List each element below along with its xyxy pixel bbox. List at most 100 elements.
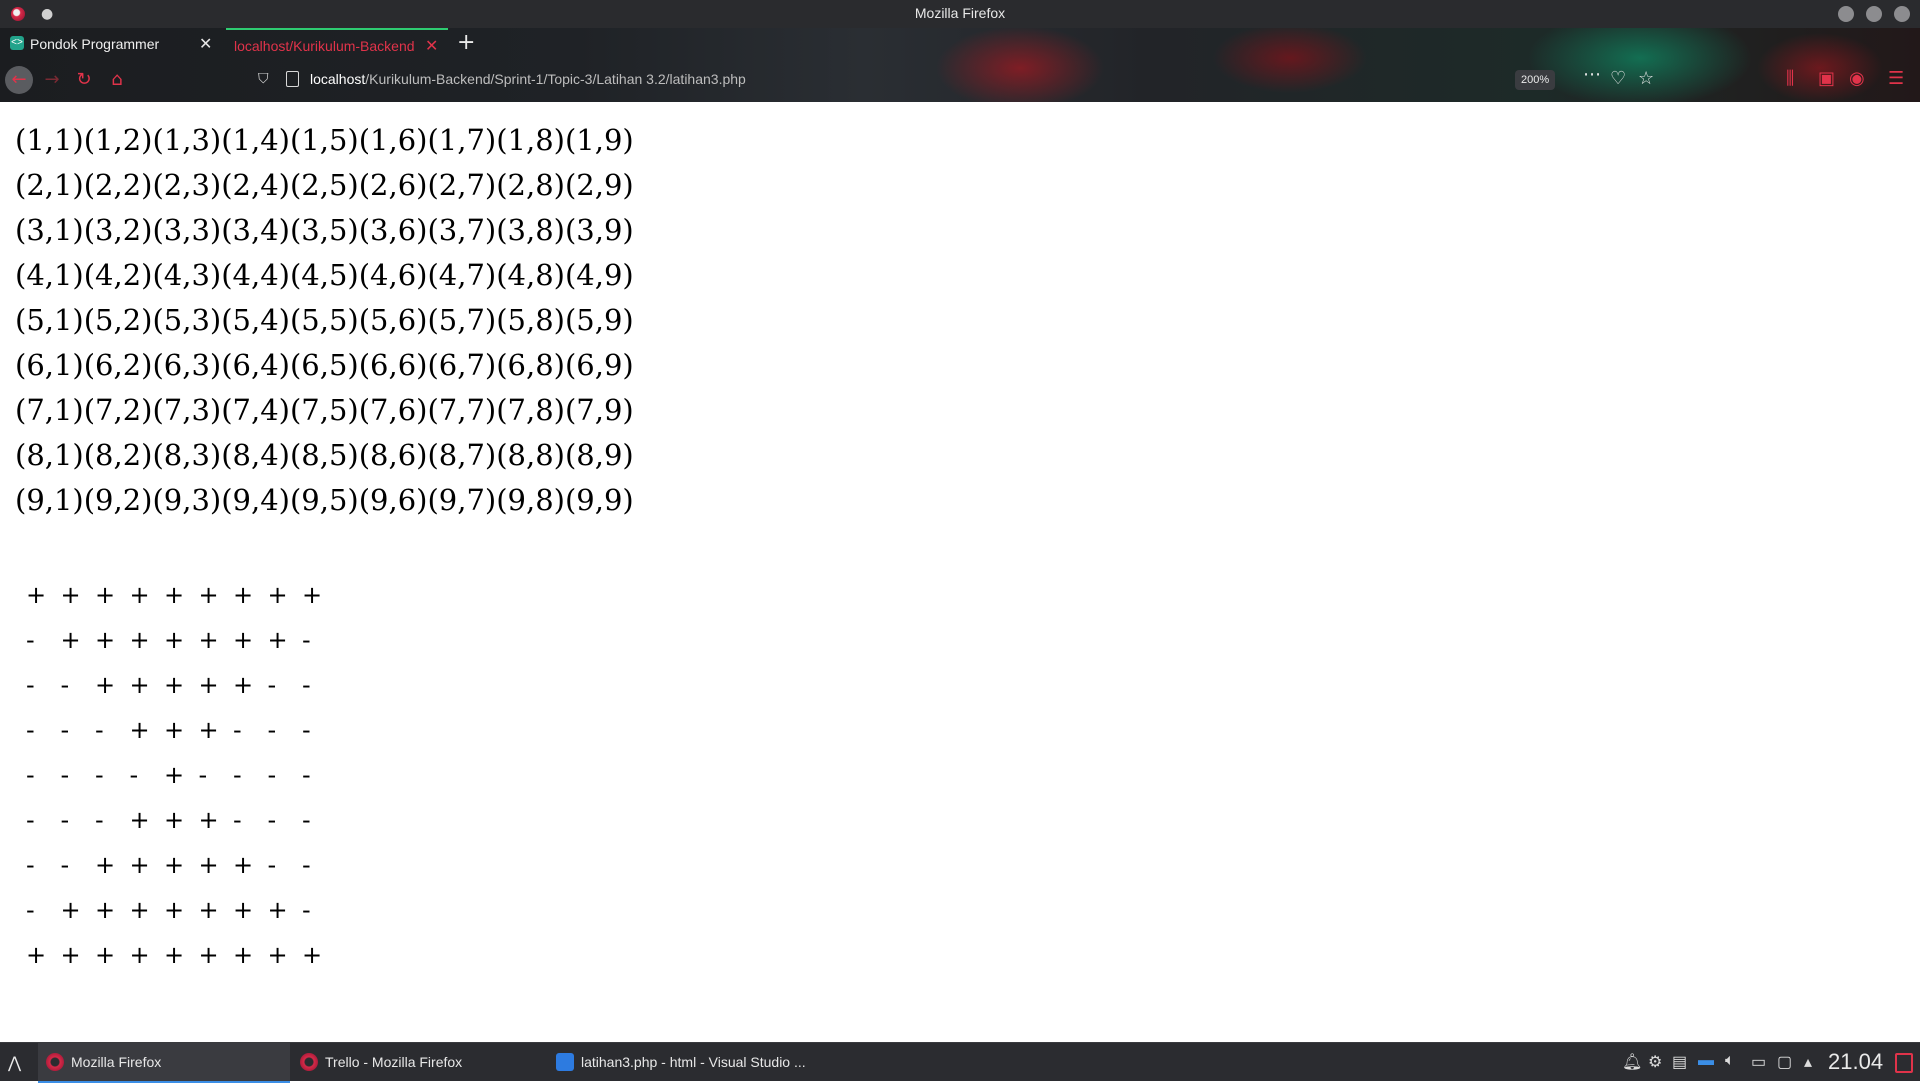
pattern-cell: - <box>60 805 70 834</box>
pocket-icon[interactable]: ♡ <box>1610 68 1626 89</box>
pattern-cell: - <box>233 805 242 834</box>
pattern-cell: + <box>129 580 150 609</box>
pattern-cell: - <box>267 760 277 789</box>
pattern-cell: + <box>95 625 116 654</box>
coordinate-row: (8,1)(8,2)(8,3)(8,4)(8,5)(8,6)(8,7)(8,8)… <box>15 438 634 472</box>
maximize-button[interactable] <box>1866 6 1882 22</box>
pattern-cell: - <box>60 760 70 789</box>
coordinate-row: (6,1)(6,2)(6,3)(6,4)(6,5)(6,6)(6,7)(6,8)… <box>15 348 634 382</box>
pattern-cell: - <box>26 805 35 834</box>
window-title: Mozilla Firefox <box>914 5 1006 21</box>
pattern-cell: - <box>302 670 311 699</box>
zoom-indicator[interactable]: 200% <box>1515 70 1556 90</box>
tab-pondok-programmer[interactable]: <> Pondok Programmer ✕ <box>0 28 222 58</box>
new-tab-button[interactable]: + <box>457 30 475 55</box>
pattern-cell: - <box>302 715 311 744</box>
pattern-cell: + <box>267 580 288 609</box>
close-tab-icon[interactable]: ✕ <box>199 34 212 54</box>
reload-button[interactable]: ↻ <box>70 66 98 94</box>
url-host: localhost <box>310 71 366 87</box>
pattern-cell: + <box>95 580 116 609</box>
pattern-cell: + <box>95 850 116 879</box>
pattern-cell: - <box>267 805 277 834</box>
pattern-cell: - <box>198 760 208 789</box>
pattern-cell: - <box>26 670 35 699</box>
coordinate-row: (9,1)(9,2)(9,3)(9,4)(9,5)(9,6)(9,7)(9,8)… <box>15 483 634 517</box>
vscode-icon <box>556 1053 574 1071</box>
pattern-cell: - <box>233 715 242 744</box>
pattern-cell: + <box>198 940 219 969</box>
app-launcher-icon[interactable]: ⋀ <box>8 1053 21 1073</box>
pattern-cell: + <box>198 850 219 879</box>
sidebar-icon[interactable]: ▣ <box>1818 68 1835 89</box>
window-titlebar: ● Mozilla Firefox <box>0 0 1920 28</box>
pattern-cell: + <box>233 670 254 699</box>
show-desktop-icon[interactable] <box>1895 1053 1913 1073</box>
pattern-cell: + <box>129 625 150 654</box>
volume-icon[interactable]: 🔈︎ <box>1725 1052 1735 1070</box>
pattern-cell: - <box>233 760 242 789</box>
taskbar-item-vscode[interactable]: latihan3.php - html - Visual Studio ... <box>548 1043 806 1081</box>
pattern-row: - - - - + - - - - <box>26 752 337 797</box>
address-bar[interactable]: ⛉ localhost/Kurikulum-Backend/Sprint-1/T… <box>250 64 1290 96</box>
close-tab-icon[interactable]: ✕ <box>425 36 438 56</box>
pattern-cell: + <box>95 670 116 699</box>
pattern-cell: + <box>198 580 219 609</box>
coordinate-row: (3,1)(3,2)(3,3)(3,4)(3,5)(3,6)(3,7)(3,8)… <box>15 213 634 247</box>
clipboard-icon[interactable]: ▤ <box>1672 1052 1687 1072</box>
pattern-row: + + + + + + + + + <box>26 932 337 977</box>
clock[interactable]: 21.04 <box>1828 1049 1883 1075</box>
close-window-button[interactable] <box>1894 6 1910 22</box>
settings-gear-icon[interactable]: ⚙ <box>1648 1052 1662 1072</box>
back-button[interactable]: ← <box>5 66 33 94</box>
bookmark-star-icon[interactable]: ☆ <box>1638 68 1654 89</box>
pattern-cell: - <box>95 805 104 834</box>
pattern-cell: - <box>26 760 35 789</box>
tab-label: Pondok Programmer <box>30 36 160 52</box>
pattern-row: - - - + + + - - - <box>26 707 337 752</box>
pattern-cell: + <box>129 895 150 924</box>
pattern-cell: - <box>267 850 277 879</box>
network-icon[interactable]: ▢ <box>1777 1052 1792 1072</box>
taskbar-item-firefox[interactable]: Mozilla Firefox <box>38 1043 290 1083</box>
menu-icon[interactable]: ☰ <box>1888 68 1904 89</box>
pattern-cell: + <box>60 940 81 969</box>
forward-button[interactable]: → <box>38 66 66 94</box>
page-actions-icon[interactable]: ⋯ <box>1583 64 1601 85</box>
coordinate-grid: (1,1)(1,2)(1,3)(1,4)(1,5)(1,6)(1,7)(1,8)… <box>15 118 634 523</box>
display-icon[interactable]: ▬ <box>1698 1052 1714 1070</box>
tab-localhost[interactable]: localhost/Kurikulum-Backend ✕ <box>226 28 448 60</box>
pattern-cell: - <box>302 895 311 924</box>
tray-expand-icon[interactable]: ▴ <box>1804 1052 1812 1072</box>
taskbar: ⋀ Mozilla Firefox Trello - Mozilla Firef… <box>0 1042 1920 1083</box>
page-content: (1,1)(1,2)(1,3)(1,4)(1,5)(1,6)(1,7)(1,8)… <box>0 102 1920 1042</box>
tab-label: localhost/Kurikulum-Backend <box>234 38 415 54</box>
pattern-cell: - <box>302 850 311 879</box>
coordinate-row: (2,1)(2,2)(2,3)(2,4)(2,5)(2,6)(2,7)(2,8)… <box>15 168 634 202</box>
url-text[interactable]: localhost/Kurikulum-Backend/Sprint-1/Top… <box>310 71 746 87</box>
pattern-cell: + <box>60 625 81 654</box>
url-path: /Kurikulum-Backend/Sprint-1/Topic-3/Lati… <box>365 71 746 87</box>
pattern-cell: + <box>129 715 150 744</box>
taskbar-item-trello[interactable]: Trello - Mozilla Firefox <box>292 1043 544 1081</box>
pattern-cell: + <box>164 805 185 834</box>
pattern-row: - + + + + + + + - <box>26 887 337 932</box>
pattern-cell: + <box>233 625 254 654</box>
browser-chrome: <> Pondok Programmer ✕ localhost/Kurikul… <box>0 28 1920 102</box>
home-button[interactable]: ⌂ <box>103 66 131 94</box>
pattern-cell: + <box>233 940 254 969</box>
pattern-cell: - <box>302 760 311 789</box>
pattern-cell: + <box>60 895 81 924</box>
notifications-icon[interactable]: 🔔︎ <box>1622 1052 1642 1072</box>
minimize-button[interactable] <box>1838 6 1854 22</box>
library-icon[interactable]: ⫼ <box>1786 68 1794 89</box>
pattern-cell: + <box>164 670 185 699</box>
taskbar-label: latihan3.php - html - Visual Studio ... <box>581 1054 806 1070</box>
coordinate-row: (4,1)(4,2)(4,3)(4,4)(4,5)(4,6)(4,7)(4,8)… <box>15 258 634 292</box>
pattern-cell: - <box>95 760 104 789</box>
page-info-icon[interactable] <box>286 71 299 87</box>
tracking-shield-icon[interactable]: ⛉ <box>258 71 269 87</box>
account-icon[interactable]: ◉ <box>1849 68 1865 89</box>
battery-icon[interactable]: ▭ <box>1751 1052 1766 1072</box>
pattern-cell: + <box>233 850 254 879</box>
